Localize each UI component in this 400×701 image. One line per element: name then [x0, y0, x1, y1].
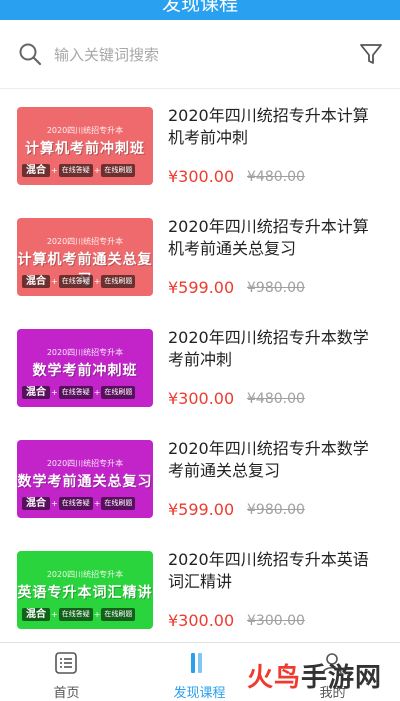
- tag-quiz: 在线刷题: [101, 385, 136, 399]
- course-price: ¥599.00: [168, 278, 235, 297]
- list-item[interactable]: 2020四川统招专升本 数学考前冲刺班 混合 + 在线答疑 + 在线刷题 202…: [0, 311, 400, 422]
- course-title[interactable]: 2020年四川统招专升本英语词汇精讲: [168, 549, 383, 593]
- tag-qa: 在线答疑: [58, 607, 93, 621]
- watermark-logo: 火鸟手游网: [247, 657, 382, 694]
- tag-quiz: 在线刷题: [101, 607, 136, 621]
- course-price: ¥599.00: [168, 500, 235, 519]
- thumbnail-caption: 2020四川统招专升本: [46, 348, 124, 357]
- thumbnail-heading: 计算机考前冲刺班: [25, 141, 145, 157]
- course-thumbnail[interactable]: 2020四川统招专升本 计算机考前冲刺班 混合 + 在线答疑 + 在线刷题: [17, 107, 153, 185]
- course-title[interactable]: 2020年四川统招专升本数学考前通关总复习: [168, 438, 383, 482]
- tab-label: 首页: [53, 686, 80, 701]
- thumbnail-tags: 混合 + 在线答疑 + 在线刷题: [22, 607, 148, 621]
- thumbnail-tags: 混合 + 在线答疑 + 在线刷题: [22, 274, 148, 288]
- watermark-part2: 手游网: [300, 663, 382, 693]
- thumbnail-tags: 混合 + 在线答疑 + 在线刷题: [22, 163, 148, 177]
- thumbnail-heading: 数学考前冲刺班: [32, 363, 138, 379]
- course-original-price: ¥480.00: [247, 391, 305, 407]
- thumbnail-tags: 混合 + 在线答疑 + 在线刷题: [22, 385, 148, 399]
- tag-quiz: 在线刷题: [101, 163, 136, 177]
- course-original-price: ¥300.00: [247, 613, 305, 629]
- thumbnail-caption: 2020四川统招专升本: [46, 570, 124, 579]
- discover-icon: [191, 653, 202, 673]
- list-item[interactable]: 2020四川统招专升本 计算机考前通关总复习 混合 + 在线答疑 + 在线刷题 …: [0, 200, 400, 311]
- tag-qa: 在线答疑: [58, 496, 93, 510]
- search-icon[interactable]: [18, 42, 42, 66]
- home-list-icon: [55, 652, 77, 674]
- tag-quiz: 在线刷题: [101, 274, 136, 288]
- course-original-price: ¥980.00: [247, 280, 305, 296]
- tag-mixed: 混合: [22, 607, 50, 621]
- search-bar: [0, 20, 400, 89]
- thumbnail-caption: 2020四川统招专升本: [46, 237, 124, 246]
- thumbnail-heading: 数学考前通关总复习: [17, 474, 153, 490]
- tag-mixed: 混合: [22, 385, 50, 399]
- tab-home[interactable]: 首页: [0, 643, 133, 701]
- list-item[interactable]: 2020四川统招专升本 数学考前通关总复习 混合 + 在线答疑 + 在线刷题 2…: [0, 422, 400, 533]
- tag-qa: 在线答疑: [58, 163, 93, 177]
- list-item[interactable]: 2020四川统招专升本 英语专升本词汇精讲 混合 + 在线答疑 + 在线刷题 2…: [0, 533, 400, 644]
- thumbnail-heading: 英语专升本词汇精讲: [17, 585, 153, 601]
- course-title[interactable]: 2020年四川统招专升本计算机考前通关总复习: [168, 216, 383, 260]
- watermark-part1: 火鸟: [246, 663, 301, 693]
- tag-qa: 在线答疑: [58, 385, 93, 399]
- course-price: ¥300.00: [168, 167, 235, 186]
- list-item[interactable]: 2020四川统招专升本 计算机考前冲刺班 混合 + 在线答疑 + 在线刷题 20…: [0, 89, 400, 200]
- tag-mixed: 混合: [22, 274, 50, 288]
- course-title[interactable]: 2020年四川统招专升本数学考前冲刺: [168, 327, 383, 371]
- tag-quiz: 在线刷题: [101, 496, 136, 510]
- course-thumbnail[interactable]: 2020四川统招专升本 计算机考前通关总复习 混合 + 在线答疑 + 在线刷题: [17, 218, 153, 296]
- course-thumbnail[interactable]: 2020四川统招专升本 英语专升本词汇精讲 混合 + 在线答疑 + 在线刷题: [17, 551, 153, 629]
- course-thumbnail[interactable]: 2020四川统招专升本 数学考前冲刺班 混合 + 在线答疑 + 在线刷题: [17, 329, 153, 407]
- tag-mixed: 混合: [22, 496, 50, 510]
- tag-mixed: 混合: [22, 163, 50, 177]
- search-input[interactable]: [52, 42, 326, 68]
- page-title: 发现课程: [161, 0, 238, 15]
- course-price: ¥300.00: [168, 389, 235, 408]
- course-price: ¥300.00: [168, 611, 235, 630]
- thumbnail-caption: 2020四川统招专升本: [46, 126, 124, 135]
- course-thumbnail[interactable]: 2020四川统招专升本 数学考前通关总复习 混合 + 在线答疑 + 在线刷题: [17, 440, 153, 518]
- app-header: 发现课程: [0, 0, 400, 20]
- thumbnail-caption: 2020四川统招专升本: [46, 459, 124, 468]
- thumbnail-tags: 混合 + 在线答疑 + 在线刷题: [22, 496, 148, 510]
- course-original-price: ¥980.00: [247, 502, 305, 518]
- filter-icon[interactable]: [358, 41, 384, 67]
- course-title[interactable]: 2020年四川统招专升本计算机考前冲刺: [168, 105, 383, 149]
- course-original-price: ¥480.00: [247, 169, 305, 185]
- tag-qa: 在线答疑: [58, 274, 93, 288]
